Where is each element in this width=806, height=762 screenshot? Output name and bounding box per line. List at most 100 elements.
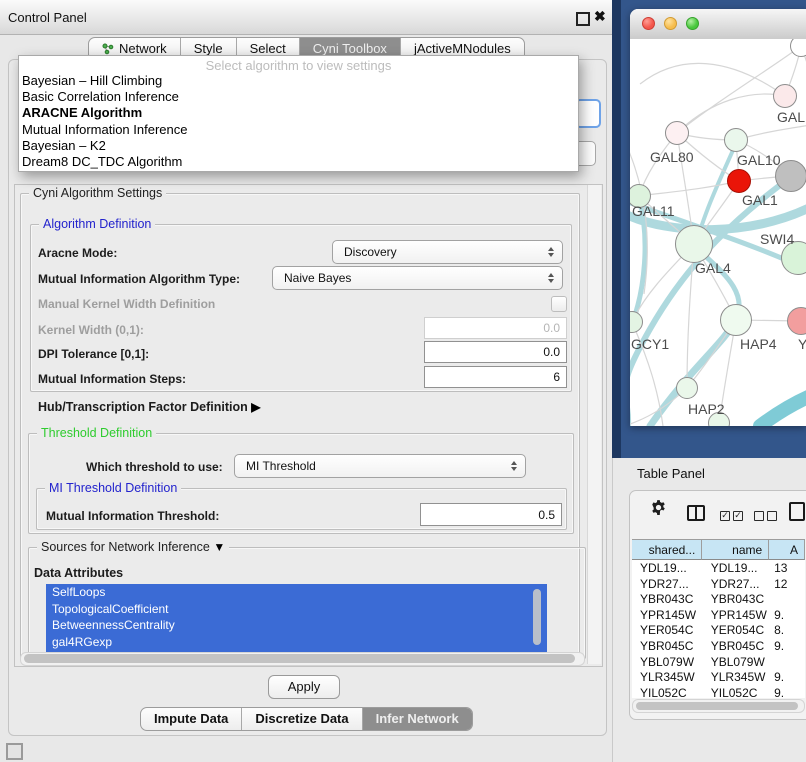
column-header-name[interactable]: name (702, 540, 769, 560)
table-row[interactable]: YBR045C YBR045C 9. (632, 638, 805, 654)
cell-value: 9. (770, 607, 805, 623)
table-row[interactable]: YDR27... YDR27... 12 (632, 576, 805, 592)
scrollbar-thumb[interactable] (24, 654, 575, 663)
table-horizontal-scrollbar[interactable] (632, 699, 805, 713)
node-label: GAL (777, 109, 805, 125)
dropdown-item-bayesian-k2[interactable]: Bayesian – K2 (19, 138, 578, 154)
network-icon (102, 43, 114, 55)
dropdown-item-bayesian-hill-climbing[interactable]: Bayesian – Hill Climbing (19, 73, 578, 89)
network-node[interactable] (773, 84, 797, 108)
network-window-titlebar[interactable] (630, 9, 806, 40)
manual-kernel-checkbox[interactable] (551, 296, 567, 312)
cell-name: YLR345W (703, 669, 770, 685)
zoom-window-icon[interactable] (686, 17, 699, 30)
select-all-icon[interactable]: ✓✓ (720, 507, 746, 525)
tab-discretize-data[interactable]: Discretize Data (242, 708, 362, 730)
minimize-window-icon[interactable] (664, 17, 677, 30)
dropdown-item-basic-correlation[interactable]: Basic Correlation Inference (19, 89, 578, 105)
column-header-shared-name[interactable]: shared... (632, 540, 702, 560)
attribute-item-selected[interactable]: gal4RGexp (46, 634, 547, 651)
mi-steps-label: Mutual Information Steps: (38, 372, 186, 386)
dpi-tolerance-label: DPI Tolerance [0,1]: (38, 347, 149, 361)
attributes-scrollbar-thumb[interactable] (533, 589, 541, 645)
network-node-gal10[interactable] (724, 128, 748, 152)
mi-threshold-field[interactable] (420, 503, 562, 526)
cell-name: YBL079W (703, 654, 770, 670)
table-row[interactable]: YLR345W YLR345W 9. (632, 669, 805, 685)
close-window-icon[interactable] (642, 17, 655, 30)
tab-label: Style (194, 41, 223, 56)
table-settings-gear-icon[interactable] (650, 499, 667, 521)
aracne-mode-label: Aracne Mode: (38, 246, 117, 260)
group-title: Threshold Definition (37, 426, 156, 440)
kernel-width-label: Kernel Width (0,1): (38, 323, 144, 337)
attribute-item-selected[interactable]: SelfLoops (46, 584, 547, 601)
table-panel-title: Table Panel (637, 466, 705, 481)
network-node-gal4[interactable] (675, 225, 713, 263)
algorithm-dropdown-list: Select algorithm to view settings Bayesi… (18, 55, 579, 172)
cell-value: 9. (770, 669, 805, 685)
cyni-bottom-tabs: Impute Data Discretize Data Infer Networ… (140, 707, 473, 731)
cell-name: YDR27... (703, 576, 770, 592)
combo-arrows-icon (548, 273, 554, 283)
data-attributes-list: SelfLoopsTopologicalCoefficientBetweenne… (46, 584, 547, 654)
mi-algorithm-type-label: Mutual Information Algorithm Type: (38, 272, 240, 286)
deselect-all-icon[interactable] (754, 507, 780, 525)
network-canvas[interactable]: GAL GAL80 GAL10 GAL1 GAL11 SWI4 GAL4 GCY… (630, 39, 806, 426)
sources-toggle[interactable]: Sources for Network Inference ▼ (37, 540, 229, 554)
group-title: MI Threshold Definition (45, 481, 181, 495)
mi-steps-field[interactable] (424, 366, 567, 388)
cell-value: 8. (770, 622, 805, 638)
node-label: SWI4 (760, 231, 794, 247)
attribute-item-selected[interactable]: TopologicalCoefficient (46, 601, 547, 618)
table-row[interactable]: YBL079W YBL079W (632, 654, 805, 670)
dropdown-item-aracne[interactable]: ARACNE Algorithm (19, 105, 578, 121)
which-threshold-select[interactable]: MI Threshold (234, 454, 526, 478)
cell-name: YIL052C (703, 685, 770, 698)
cell-value: 9. (770, 638, 805, 654)
table-row[interactable]: YDL19... YDL19... 13 (632, 560, 805, 576)
tab-label: Cyni Toolbox (313, 41, 387, 56)
aracne-mode-select[interactable]: Discovery (332, 240, 563, 264)
table-row[interactable]: YPR145W YPR145W 9. (632, 607, 805, 623)
float-panel-icon[interactable] (576, 12, 590, 26)
network-node-gal1-selected[interactable] (727, 169, 751, 193)
node-label: GAL11 (632, 203, 675, 219)
export-table-icon[interactable] (789, 502, 805, 521)
apply-button[interactable]: Apply (268, 675, 340, 699)
network-node-hap2[interactable] (676, 377, 698, 399)
column-header-clipped[interactable]: A (769, 540, 805, 560)
cell-shared-name: YIL052C (632, 685, 703, 698)
sources-title: Sources for Network Inference (41, 540, 210, 554)
table-row[interactable]: YIL052C YIL052C 9. (632, 685, 805, 698)
show-columns-icon[interactable] (687, 505, 705, 521)
attribute-item-selected[interactable]: BetweennessCentrality (46, 617, 547, 634)
attributes-horizontal-scrollbar[interactable] (20, 652, 585, 666)
tab-impute-data[interactable]: Impute Data (141, 708, 242, 730)
network-node-gal80[interactable] (665, 121, 689, 145)
unchecked-box-icon (754, 511, 764, 521)
manual-kernel-label: Manual Kernel Width Definition (38, 297, 215, 311)
kernel-width-field[interactable] (424, 317, 567, 339)
checked-box-icon: ✓ (720, 511, 730, 521)
cell-shared-name: YPR145W (632, 607, 703, 623)
dropdown-item-dream8[interactable]: Dream8 DC_TDC Algorithm (19, 154, 578, 170)
dropdown-prompt: Select algorithm to view settings (19, 56, 578, 73)
tab-label: Discretize Data (255, 711, 348, 726)
mi-algorithm-type-select[interactable]: Naive Bayes (272, 266, 563, 290)
close-panel-icon[interactable]: ✖ (594, 8, 606, 25)
dpi-tolerance-field[interactable] (424, 341, 567, 363)
network-node-hap4[interactable] (720, 304, 752, 336)
selected-value: MI Threshold (246, 459, 316, 473)
hub-definition-toggle[interactable]: Hub/Transcription Factor Definition ▶ (38, 400, 260, 414)
table-row[interactable]: YBR043C YBR043C (632, 591, 805, 607)
cell-shared-name: YBL079W (632, 654, 703, 670)
tab-label: Infer Network (376, 711, 459, 726)
collapsed-panel-icon[interactable] (6, 743, 23, 760)
panel-title: Control Panel (8, 10, 87, 25)
settings-vertical-scrollbar[interactable] (587, 185, 601, 664)
scrollbar-thumb[interactable] (636, 702, 798, 710)
dropdown-item-mutual-information[interactable]: Mutual Information Inference (19, 122, 578, 138)
table-row[interactable]: YER054C YER054C 8. (632, 622, 805, 638)
tab-infer-network[interactable]: Infer Network (363, 708, 472, 730)
